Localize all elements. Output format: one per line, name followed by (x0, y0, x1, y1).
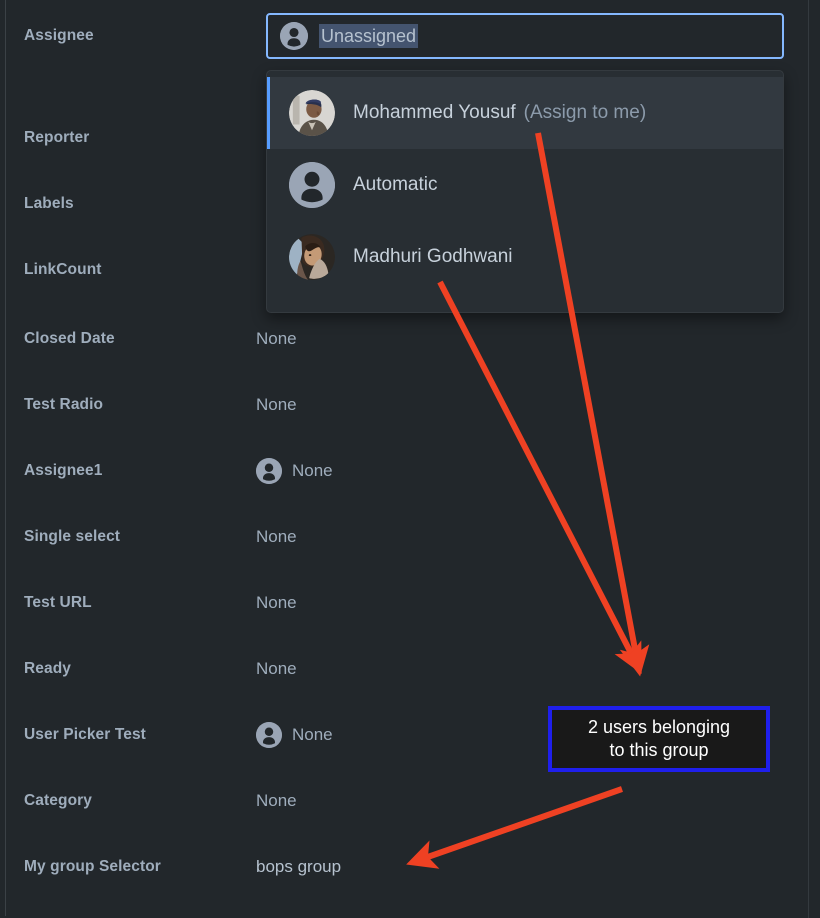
field-value-text: None (256, 395, 297, 414)
field-value[interactable]: None (256, 659, 800, 679)
field-value-text: None (256, 527, 297, 546)
field-row: My group Selector bops group (0, 849, 800, 885)
field-value[interactable]: None (256, 458, 800, 484)
field-label: Ready (24, 660, 72, 677)
assignee-dropdown-menu[interactable]: Mohammed Yousuf (Assign to me) Automatic Ma… (266, 70, 784, 313)
field-label: Assignee1 (24, 462, 103, 479)
field-row: User Picker Test None (0, 717, 800, 753)
field-value[interactable]: None (256, 395, 800, 415)
photo-avatar-madhuri (289, 234, 335, 280)
field-value-text: None (256, 329, 297, 348)
panel-right-divider (808, 0, 809, 918)
assignee-option-name: Madhuri Godhwani (353, 246, 513, 267)
field-label: Test URL (24, 594, 92, 611)
field-row: Test Radio None (0, 387, 800, 423)
field-value[interactable]: None (256, 527, 800, 547)
assignee-option[interactable]: Automatic (267, 149, 783, 221)
field-label: Category (24, 792, 92, 809)
assignee-option[interactable]: Madhuri Godhwani (267, 221, 783, 293)
field-value[interactable]: None (256, 593, 800, 613)
field-row: Category None (0, 783, 800, 819)
field-value[interactable]: bops group (256, 857, 800, 877)
field-value-text: None (292, 461, 333, 480)
field-value-text: None (256, 791, 297, 810)
field-value[interactable]: None (256, 722, 800, 748)
assignee-option-name: Mohammed Yousuf (353, 102, 516, 123)
user-avatar-icon (289, 162, 335, 208)
issue-details-panel: Assignee Reporter Labels LinkCount Closed Da… (0, 0, 820, 918)
field-row: Test URL None (0, 585, 800, 621)
field-label: My group Selector (24, 858, 161, 875)
field-value-text: None (292, 725, 333, 744)
assignee-option[interactable]: Mohammed Yousuf (Assign to me) (267, 77, 783, 149)
field-label: Assignee (24, 27, 94, 44)
assignee-picker-value: Unassigned (319, 23, 419, 49)
field-label: Labels (24, 195, 74, 212)
field-label: Test Radio (24, 396, 104, 413)
field-row: Closed Date None (0, 321, 800, 357)
user-avatar-icon (280, 22, 308, 50)
user-avatar-icon (256, 722, 282, 748)
field-value[interactable]: None (256, 791, 800, 811)
field-label: LinkCount (24, 261, 102, 278)
photo-avatar-mohammed (289, 90, 335, 136)
field-label: User Picker Test (24, 726, 146, 743)
field-label: Reporter (24, 129, 90, 146)
field-row: Assignee1 None (0, 453, 800, 489)
assignee-option-hint: (Assign to me) (523, 102, 647, 123)
field-label: Closed Date (24, 330, 115, 347)
field-row: Single select None (0, 519, 800, 555)
field-value-text: None (256, 593, 297, 612)
field-row: Ready None (0, 651, 800, 687)
field-label: Single select (24, 528, 121, 545)
field-value[interactable]: None (256, 329, 800, 349)
field-value-text: None (256, 659, 297, 678)
user-avatar-icon (256, 458, 282, 484)
assignee-option-name: Automatic (353, 174, 438, 195)
assignee-picker-input[interactable]: Unassigned (266, 13, 784, 59)
field-value-text: bops group (256, 857, 342, 876)
